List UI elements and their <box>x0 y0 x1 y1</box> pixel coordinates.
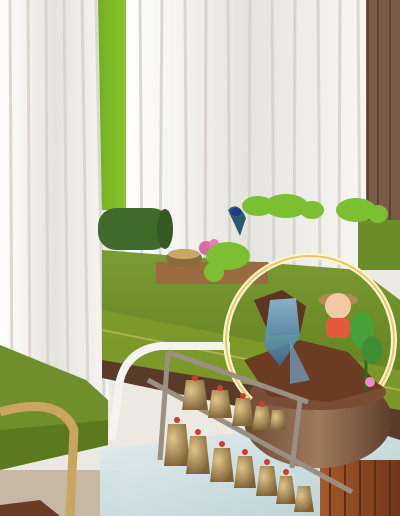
wooden-slat-stand <box>320 460 400 516</box>
far-right-bed <box>358 220 400 270</box>
left-curtain <box>0 0 110 400</box>
spa-room-photo <box>0 0 400 516</box>
photo-canvas <box>0 0 400 516</box>
